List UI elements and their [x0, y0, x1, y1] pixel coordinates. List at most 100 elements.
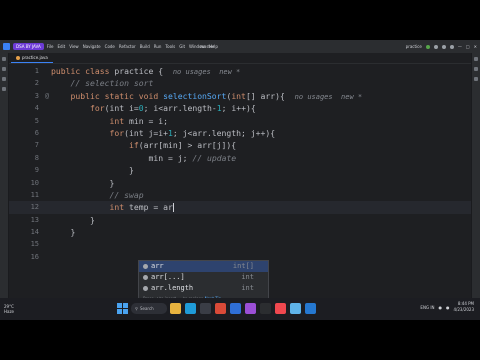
code-line[interactable]: 2 // selection sort: [9, 77, 471, 89]
menu-edit[interactable]: Edit: [57, 44, 65, 49]
line-number: 13: [30, 215, 39, 224]
taskbar-apps: [170, 303, 316, 314]
code-line[interactable]: 10 }: [9, 177, 471, 189]
code-token: }: [51, 227, 76, 238]
run-config-selector[interactable]: practice: [406, 44, 422, 49]
notepad-icon[interactable]: [290, 303, 301, 314]
code-token: selectionSort: [163, 90, 227, 101]
line-number: 11: [30, 190, 39, 199]
minimize-icon[interactable]: —: [458, 44, 462, 49]
edge-icon[interactable]: [185, 303, 196, 314]
code-line[interactable]: 11 // swap: [9, 189, 471, 201]
weather-widget[interactable]: 29°C Haze: [4, 304, 14, 314]
menu-file[interactable]: File: [47, 44, 54, 49]
code-token: ; i++){: [221, 103, 256, 114]
code-text: if(arr[min] > arr[j]){: [51, 139, 236, 151]
clock[interactable]: 8:44 PM 4/23/2023: [453, 301, 474, 313]
code-line[interactable]: 1 public class practice { no usages new *: [9, 65, 471, 77]
project-tool-icon[interactable]: [2, 57, 6, 61]
search-icon[interactable]: [441, 44, 446, 49]
project-selector[interactable]: DSA BY JAVA: [13, 43, 44, 50]
code-text: for(int i=0; i<arr.length-1; i++){: [51, 102, 256, 114]
completion-item[interactable]: arr int[]: [139, 261, 268, 272]
line-number: 10: [30, 178, 39, 187]
close-icon[interactable]: ✕: [474, 44, 477, 49]
override-gutter-icon[interactable]: @: [43, 90, 51, 102]
menu-run[interactable]: Run: [154, 44, 162, 49]
line-number: 9: [34, 166, 39, 175]
notifications-icon[interactable]: [474, 57, 478, 61]
completion-item[interactable]: arr[...] int: [139, 272, 268, 283]
code-text: for(int j=i+1; j<arr.length; j++){: [51, 127, 275, 139]
code-line[interactable]: 3 @ public static void selectionSort(int[…: [9, 90, 471, 102]
code-token: // update: [192, 152, 237, 163]
terminal-icon[interactable]: [260, 303, 271, 314]
volume-icon[interactable]: ●: [446, 305, 450, 310]
completion-item[interactable]: arr.length int: [139, 283, 268, 294]
code-lines[interactable]: 1 public class practice { no usages new *…: [9, 65, 471, 263]
structure-tool-icon[interactable]: [2, 77, 6, 81]
code-token: // selection sort: [51, 78, 154, 89]
intellij-icon[interactable]: [275, 303, 286, 314]
code-token: min = i;: [128, 115, 168, 126]
code-line[interactable]: 8 min = j; // update: [9, 152, 471, 164]
completion-label: arr: [151, 262, 164, 270]
windows-start-icon[interactable]: [117, 303, 128, 314]
code-line[interactable]: 14 }: [9, 226, 471, 238]
gradle-icon[interactable]: [474, 77, 478, 81]
code-text: public static void selectionSort(int[] a…: [51, 90, 362, 103]
code-token: }: [51, 165, 134, 176]
menu-tools[interactable]: Tools: [165, 44, 175, 49]
intellij-logo-icon: [3, 43, 10, 50]
editor-tabbar: practice.java: [9, 53, 471, 64]
code-token: if: [51, 140, 139, 151]
more-tools-icon[interactable]: [2, 87, 6, 91]
tab-practice-java[interactable]: practice.java: [11, 53, 53, 63]
menu-git[interactable]: Git: [179, 44, 185, 49]
taskbar-search[interactable]: ⚲ Search: [131, 303, 167, 314]
code-line[interactable]: 13 }: [9, 214, 471, 226]
line-number: 8: [34, 153, 39, 162]
code-text: int min = i;: [51, 115, 168, 127]
code-line[interactable]: 9 }: [9, 164, 471, 176]
code-token: no usages new *: [172, 68, 241, 76]
code-line[interactable]: 6 for(int j=i+1; j<arr.length; j++){: [9, 127, 471, 139]
settings-icon[interactable]: [449, 44, 454, 49]
file-explorer-icon[interactable]: [170, 303, 181, 314]
completion-label: arr.length: [151, 284, 194, 292]
store-icon[interactable]: [200, 303, 211, 314]
menu-navigate[interactable]: Navigate: [83, 44, 101, 49]
menu-build[interactable]: Build: [140, 44, 150, 49]
tab-label: practice.java: [22, 55, 48, 60]
window-controls: practice — □ ✕: [406, 44, 477, 49]
line-number: 14: [30, 228, 39, 237]
menu-code[interactable]: Code: [105, 44, 115, 49]
menu-refactor[interactable]: Refactor: [119, 44, 136, 49]
menu-view[interactable]: View: [69, 44, 79, 49]
line-number: 15: [30, 240, 39, 249]
run-icon[interactable]: [425, 44, 430, 49]
wifi-icon[interactable]: ●: [438, 305, 442, 310]
debug-icon[interactable]: [433, 44, 438, 49]
code-line[interactable]: 7 if(arr[min] > arr[j]){: [9, 139, 471, 151]
media-icon[interactable]: [245, 303, 256, 314]
variable-icon: [143, 286, 148, 291]
code-token: }: [51, 177, 115, 188]
line-number: 5: [34, 116, 39, 125]
language-indicator[interactable]: ENG IN: [420, 305, 434, 310]
maximize-icon[interactable]: □: [466, 44, 470, 49]
mail-icon[interactable]: [230, 303, 241, 314]
commit-tool-icon[interactable]: [2, 67, 6, 71]
chrome-icon[interactable]: [215, 303, 226, 314]
code-line[interactable]: 15: [9, 238, 471, 250]
line-number: 2: [34, 79, 39, 88]
code-token: (int j=i+: [124, 127, 168, 138]
code-line[interactable]: 5 int min = i;: [9, 115, 471, 127]
code-icon[interactable]: [305, 303, 316, 314]
code-line[interactable]: 4 for(int i=0; i<arr.length-1; i++){: [9, 102, 471, 114]
completion-label: arr[...]: [151, 273, 185, 281]
branch-selector[interactable]: master: [200, 44, 214, 49]
variable-icon: [143, 264, 148, 269]
database-icon[interactable]: [474, 67, 478, 71]
code-line[interactable]: 12 int temp = ar: [9, 201, 471, 214]
